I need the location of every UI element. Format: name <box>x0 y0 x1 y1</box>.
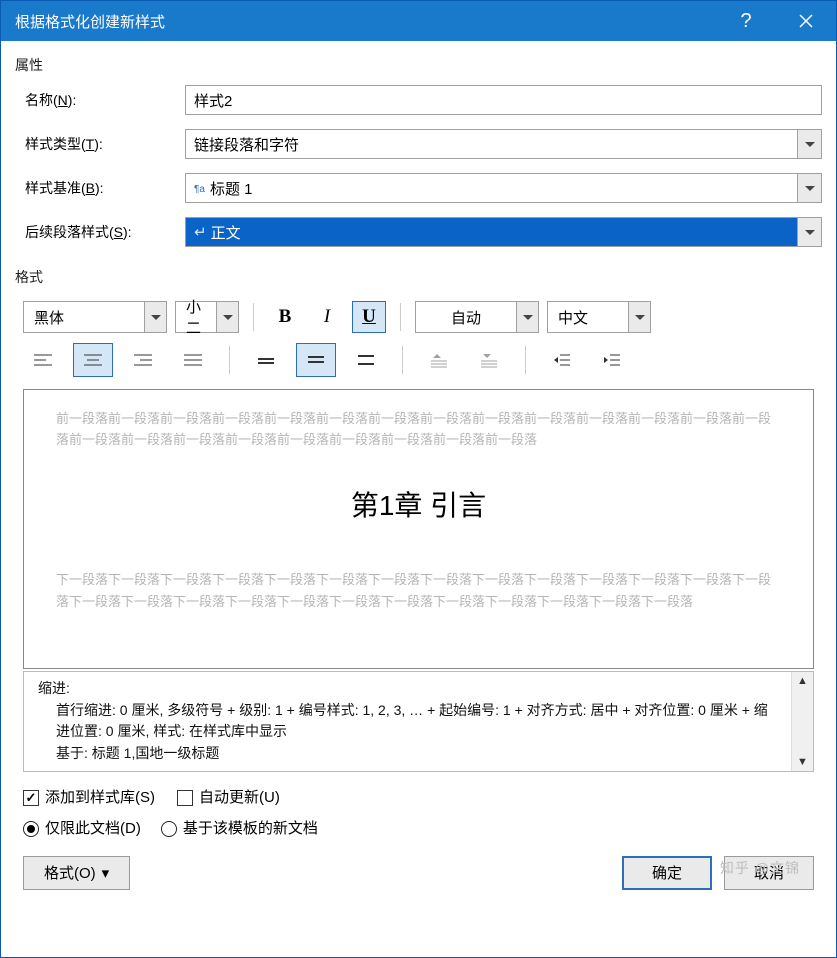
label-name: 名称(N): <box>25 90 175 110</box>
align-center-button[interactable] <box>73 343 113 377</box>
close-icon <box>799 14 813 28</box>
underline-button[interactable]: U <box>352 301 386 333</box>
font-size-combo[interactable]: 小二 <box>175 301 239 333</box>
scroll-up-icon: ▲ <box>797 675 808 687</box>
only-this-document-radio[interactable]: 仅限此文档(D) <box>23 817 141 838</box>
decrease-indent-button[interactable] <box>542 343 582 377</box>
font-color-combo[interactable]: 自动 <box>415 301 539 333</box>
chevron-down-icon: ▾ <box>102 864 110 882</box>
chevron-down-icon <box>216 302 238 332</box>
align-right-button[interactable] <box>123 343 163 377</box>
dialog-title: 根据格式化创建新样式 <box>15 11 165 32</box>
chevron-down-icon <box>797 130 821 158</box>
format-dropdown-button[interactable]: 格式(O) ▾ <box>23 856 130 890</box>
auto-update-checkbox[interactable]: 自动更新(U) <box>177 786 280 807</box>
increase-before-spacing-button[interactable] <box>419 343 459 377</box>
label-base: 样式基准(B): <box>25 178 175 198</box>
line-spacing-1-5-button[interactable] <box>296 343 336 377</box>
label-type: 样式类型(T): <box>25 134 175 154</box>
preview-after-text: 下一段落下一段落下一段落下一段落下一段落下一段落下一段落下一段落下一段落下一段落… <box>56 569 781 612</box>
chevron-down-icon <box>516 302 538 332</box>
italic-button[interactable]: I <box>310 301 344 333</box>
add-to-gallery-checkbox[interactable]: ✓添加到样式库(S) <box>23 786 155 807</box>
cancel-button[interactable]: 取消 <box>724 856 814 890</box>
ok-button[interactable]: 确定 <box>622 856 712 890</box>
chevron-down-icon <box>144 302 166 332</box>
style-description: 缩进: 首行缩进: 0 厘米, 多级符号 + 级别: 1 + 编号样式: 1, … <box>23 671 814 772</box>
style-base-combo[interactable]: ¶a 标题 1 <box>185 173 822 203</box>
style-type-combo[interactable]: 链接段落和字符 <box>185 129 822 159</box>
description-scrollbar[interactable]: ▲ ▼ <box>791 672 813 771</box>
name-input[interactable] <box>185 85 822 115</box>
label-next: 后续段落样式(S): <box>25 222 175 242</box>
align-justify-button[interactable] <box>173 343 213 377</box>
dialog-create-style: 根据格式化创建新样式 ? 属性 名称(N): 样式类型(T): 链接段落和字符 … <box>0 0 837 958</box>
titlebar: 根据格式化创建新样式 ? <box>1 1 836 41</box>
preview-before-text: 前一段落前一段落前一段落前一段落前一段落前一段落前一段落前一段落前一段落前一段落… <box>56 408 781 451</box>
section-label-format: 格式 <box>15 267 822 287</box>
preview-heading: 第1章 引言 <box>56 483 781 529</box>
next-paragraph-style-combo[interactable]: ↵ 正文 <box>185 217 822 247</box>
based-on-template-radio[interactable]: 基于该模板的新文档 <box>161 817 318 838</box>
chevron-down-icon <box>628 302 650 332</box>
bold-button[interactable]: B <box>268 301 302 333</box>
scroll-down-icon: ▼ <box>797 756 808 768</box>
font-combo[interactable]: 黑体 <box>23 301 167 333</box>
style-preview: 前一段落前一段落前一段落前一段落前一段落前一段落前一段落前一段落前一段落前一段落… <box>23 389 814 669</box>
paragraph-pilcrow-icon: ¶a <box>194 182 206 194</box>
decrease-before-spacing-button[interactable] <box>469 343 509 377</box>
line-spacing-1-button[interactable] <box>246 343 286 377</box>
help-button[interactable]: ? <box>716 1 776 41</box>
increase-indent-button[interactable] <box>592 343 632 377</box>
section-label-properties: 属性 <box>15 55 822 75</box>
language-combo[interactable]: 中文 <box>547 301 651 333</box>
align-left-button[interactable] <box>23 343 63 377</box>
svg-text:¶a: ¶a <box>194 184 205 194</box>
chevron-down-icon <box>797 218 821 246</box>
chevron-down-icon <box>797 174 821 202</box>
line-spacing-2-button[interactable] <box>346 343 386 377</box>
close-button[interactable] <box>776 1 836 41</box>
